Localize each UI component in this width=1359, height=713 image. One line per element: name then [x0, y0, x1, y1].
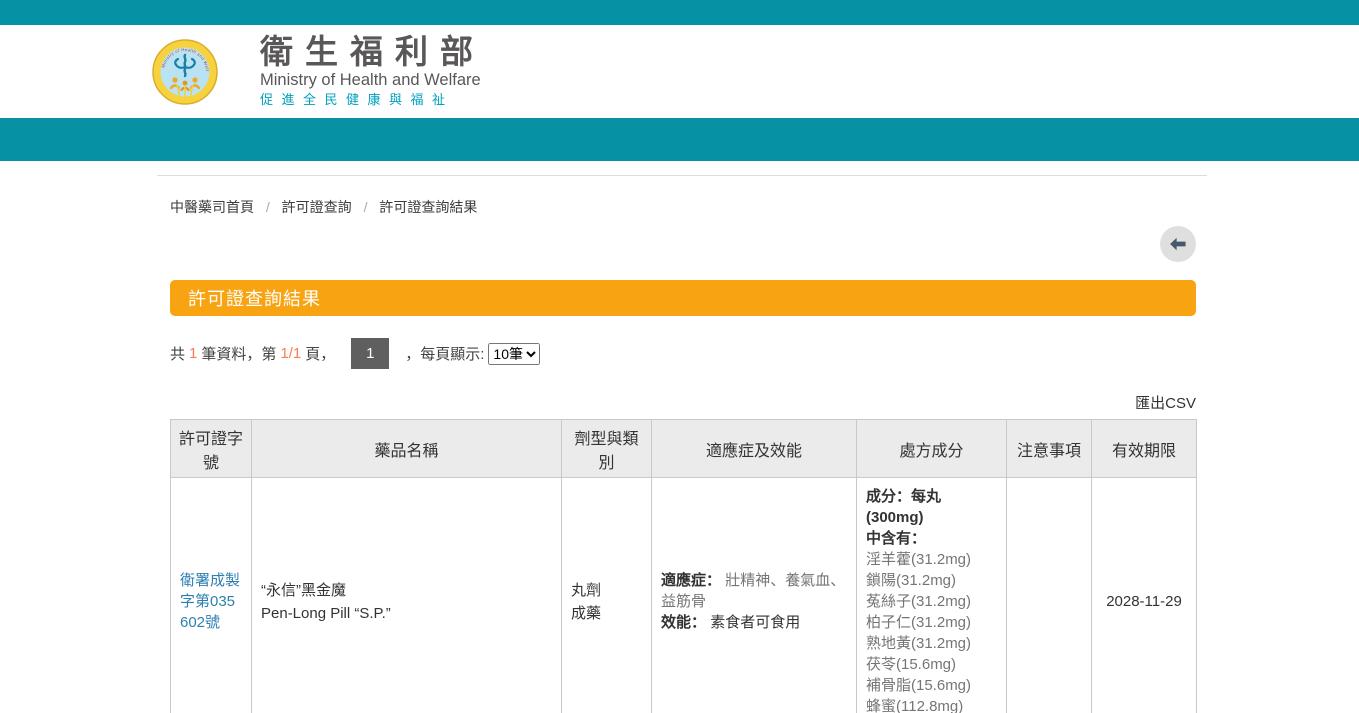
site-title-en: Ministry of Health and Welfare — [260, 70, 485, 90]
indication-label: 適應症： — [661, 572, 721, 589]
col-header-drug-name: 藥品名稱 — [252, 420, 562, 478]
pagination-page-indicator: 1/1 — [280, 345, 301, 362]
ingredients-cell: 成分：每丸(300mg) 中含有： 淫羊藿(31.2mg) 鎖陽(31.2mg)… — [857, 478, 1007, 713]
breadcrumb-license-query-link[interactable]: 許可證查詢 — [282, 199, 352, 215]
pagination: 共 1 筆資料，第 1/1 頁， 1 ，每頁顯示: 10筆 — [170, 338, 1196, 369]
table-header-row: 許可證字號 藥品名稱 劑型與類別 適應症及效能 處方成分 注意事項 有效期限 — [171, 420, 1197, 478]
indication-cell: 適應症： 壯精神、養氣血、益筋骨 效能： 素食者可食用 — [652, 478, 857, 713]
ingredient-item: 茯苓(15.6mg) — [866, 654, 997, 675]
site-title-zh: 衛生福利部 — [260, 34, 485, 70]
nav-band — [0, 118, 1359, 161]
breadcrumb-separator: / — [266, 199, 270, 215]
results-table: 許可證字號 藥品名稱 劑型與類別 適應症及效能 處方成分 注意事項 有效期限 衛… — [170, 419, 1197, 713]
drug-name-cell: “永信”黑金魔 Pen-Long Pill “S.P.” — [252, 478, 562, 713]
arrow-left-icon — [1167, 233, 1189, 255]
dosage-form: 丸劑 — [571, 579, 642, 602]
site-slogan: 促進全民健康與福祉 — [260, 91, 485, 109]
col-header-ingredients: 處方成分 — [857, 420, 1007, 478]
ingredient-item: 淫羊藿(31.2mg) — [866, 549, 997, 570]
col-header-dosage-form: 劑型與類別 — [562, 420, 652, 478]
ingredient-item: 蜂蜜(112.8mg) — [866, 696, 997, 713]
license-no-cell: 衛署成製字第035602號 — [171, 478, 252, 713]
ingredient-item: 鎖陽(31.2mg) — [866, 570, 997, 591]
back-button[interactable] — [1160, 226, 1196, 262]
page-1-button[interactable]: 1 — [351, 338, 389, 369]
ingredient-item: 柏子仁(31.2mg) — [866, 612, 997, 633]
pagination-total-mid: 筆資料，第 — [201, 343, 276, 364]
efficacy-value: 素食者可食用 — [710, 614, 800, 631]
col-header-notes: 注意事項 — [1007, 420, 1092, 478]
col-header-indication: 適應症及效能 — [652, 420, 857, 478]
export-csv-link[interactable]: 匯出CSV — [1135, 395, 1196, 412]
breadcrumb-home-link[interactable]: 中醫藥司首頁 — [170, 199, 254, 215]
per-page-label: ，每頁顯示: — [405, 343, 484, 364]
content-area: 中醫藥司首頁 / 許可證查詢 / 許可證查詢結果 許可證查詢結果 共 1 筆資料… — [157, 175, 1207, 713]
back-row — [170, 226, 1196, 262]
top-teal-bar — [0, 0, 1359, 25]
col-header-expiry: 有效期限 — [1092, 420, 1197, 478]
mohw-logo: Ministry of Health and Welfare — [152, 39, 218, 105]
breadcrumb: 中醫藥司首頁 / 許可證查詢 / 許可證查詢結果 — [170, 176, 1196, 217]
pagination-total-prefix: 共 — [170, 343, 185, 364]
breadcrumb-current: 許可證查詢結果 — [379, 199, 477, 215]
ingredient-item: 補骨脂(15.6mg) — [866, 675, 997, 696]
drug-name-en: Pen-Long Pill “S.P.” — [261, 602, 552, 625]
breadcrumb-separator: / — [364, 199, 368, 215]
ingredient-item: 熟地黃(31.2mg) — [866, 633, 997, 654]
ingredients-header: 中含有： — [866, 528, 997, 549]
site-header: Ministry of Health and Welfare 衛生福利部 Min… — [0, 25, 1359, 118]
pagination-page-suffix: 頁， — [305, 343, 335, 364]
pagination-total-count: 1 — [189, 345, 197, 362]
col-header-license-no: 許可證字號 — [171, 420, 252, 478]
ingredient-item: 菟絲子(31.2mg) — [866, 591, 997, 612]
drug-category: 成藥 — [571, 602, 642, 625]
section-title: 許可證查詢結果 — [188, 285, 321, 311]
license-no-link[interactable]: 衛署成製字第035602號 — [180, 572, 240, 631]
efficacy-label: 效能： — [661, 614, 706, 631]
ingredients-header: 成分：每丸(300mg) — [866, 486, 997, 528]
csv-row: 匯出CSV — [170, 392, 1196, 413]
caduceus-staff — [185, 55, 186, 76]
table-row: 衛署成製字第035602號 “永信”黑金魔 Pen-Long Pill “S.P… — [171, 478, 1197, 713]
section-title-bar: 許可證查詢結果 — [170, 280, 1196, 316]
drug-name-zh: “永信”黑金魔 — [261, 579, 552, 602]
notes-cell — [1007, 478, 1092, 713]
dosage-form-cell: 丸劑 成藥 — [562, 478, 652, 713]
expiry-cell: 2028-11-29 — [1092, 478, 1197, 713]
per-page-select[interactable]: 10筆 — [488, 343, 540, 365]
